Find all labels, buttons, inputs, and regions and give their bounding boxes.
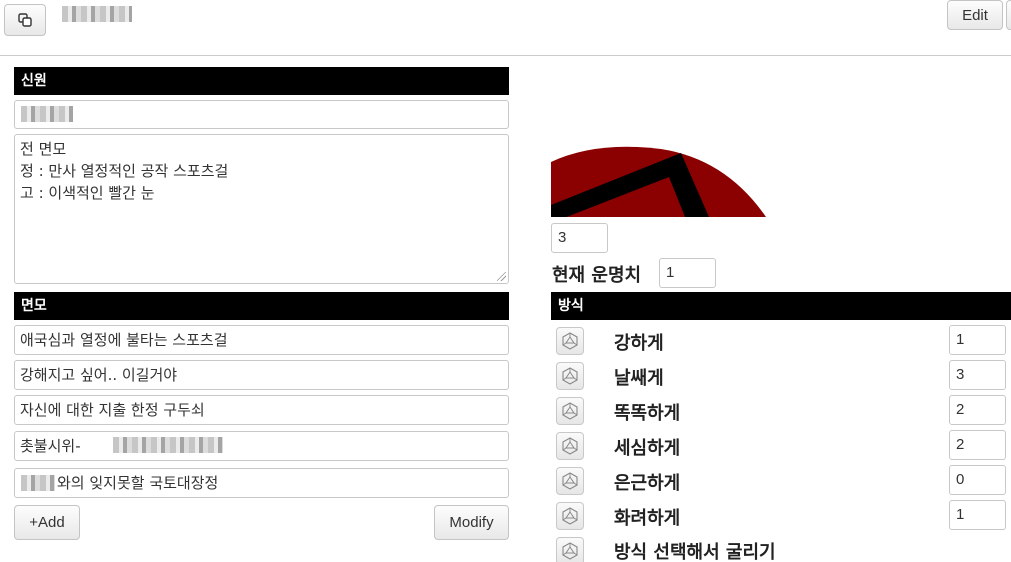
- approach-label: 날쌔게: [614, 368, 664, 389]
- aspect-field-1[interactable]: 애국심과 열정에 불타는 스포츠걸: [14, 325, 509, 355]
- d20-die-icon: [562, 332, 578, 350]
- aspect-field-2[interactable]: 강해지고 싶어.. 이길거야: [14, 360, 509, 390]
- identity-header: 신원: [14, 67, 509, 95]
- approach-label: 화려하게: [614, 508, 681, 529]
- modify-aspects-button[interactable]: Modify: [434, 505, 509, 540]
- aspects-header: 면모: [14, 292, 509, 320]
- approach-label: 세심하게: [614, 438, 681, 459]
- approach-value-input[interactable]: 1: [949, 500, 1006, 530]
- d20-die-icon: [562, 402, 578, 420]
- character-name-redacted: [21, 106, 73, 122]
- d20-die-icon: [562, 542, 578, 560]
- approach-value-input[interactable]: 0: [949, 465, 1006, 495]
- d20-die-icon: [562, 507, 578, 525]
- copy-button[interactable]: [4, 4, 46, 36]
- approach-value-input[interactable]: 3: [949, 360, 1006, 390]
- roll-chosen-approach-button[interactable]: [556, 537, 584, 562]
- aspect-field-4-redacted: [113, 437, 223, 453]
- toolbar-divider: [0, 55, 1011, 56]
- d20-die-icon: [562, 472, 578, 490]
- aspect-field-4[interactable]: 촛불시위-: [14, 431, 509, 461]
- approach-value-input[interactable]: 1: [949, 325, 1006, 355]
- edit-button[interactable]: Edit: [947, 0, 1003, 30]
- add-aspect-button[interactable]: +Add: [14, 505, 80, 540]
- roll-chosen-approach-label: 방식 선택해서 굴리기: [614, 542, 776, 562]
- roll-approach-button[interactable]: [556, 432, 584, 460]
- page-title-redacted: [62, 6, 132, 22]
- roll-approach-button[interactable]: [556, 362, 584, 390]
- d20-die-icon: [562, 367, 578, 385]
- extra-button-edge[interactable]: [1006, 0, 1011, 30]
- aspect-field-5-text: 와의 잊지못할 국토대장정: [57, 474, 219, 492]
- emblem-image: [551, 146, 766, 217]
- approach-label: 똑똑하게: [614, 403, 681, 424]
- roll-approach-button[interactable]: [556, 327, 584, 355]
- d20-die-icon: [562, 437, 578, 455]
- approaches-header: 방식: [551, 292, 1011, 320]
- refresh-input[interactable]: 3: [551, 223, 608, 253]
- aspect-field-5[interactable]: 와의 잊지못할 국토대장정: [14, 468, 509, 498]
- copy-icon: [18, 13, 32, 27]
- aspect-field-3[interactable]: 자신에 대한 지출 한정 구두쇠: [14, 395, 509, 425]
- current-fate-input[interactable]: 1: [659, 258, 716, 288]
- roll-approach-button[interactable]: [556, 467, 584, 495]
- identity-description-textarea[interactable]: 전 면모 정 : 만사 열정적인 공작 스포츠걸 고 : 이색적인 빨간 눈: [14, 134, 509, 284]
- character-name-input[interactable]: [14, 100, 509, 129]
- approach-value-input[interactable]: 2: [949, 430, 1006, 460]
- current-fate-label: 현재 운명치: [552, 265, 642, 286]
- aspect-field-4-text: 촛불시위-: [20, 437, 81, 455]
- approach-label: 강하게: [614, 333, 664, 354]
- approach-value-input[interactable]: 2: [949, 395, 1006, 425]
- roll-approach-button[interactable]: [556, 397, 584, 425]
- approach-label: 은근하게: [614, 473, 681, 494]
- aspect-field-5-redacted: [21, 475, 55, 491]
- roll-approach-button[interactable]: [556, 502, 584, 530]
- resize-grip[interactable]: [497, 272, 506, 281]
